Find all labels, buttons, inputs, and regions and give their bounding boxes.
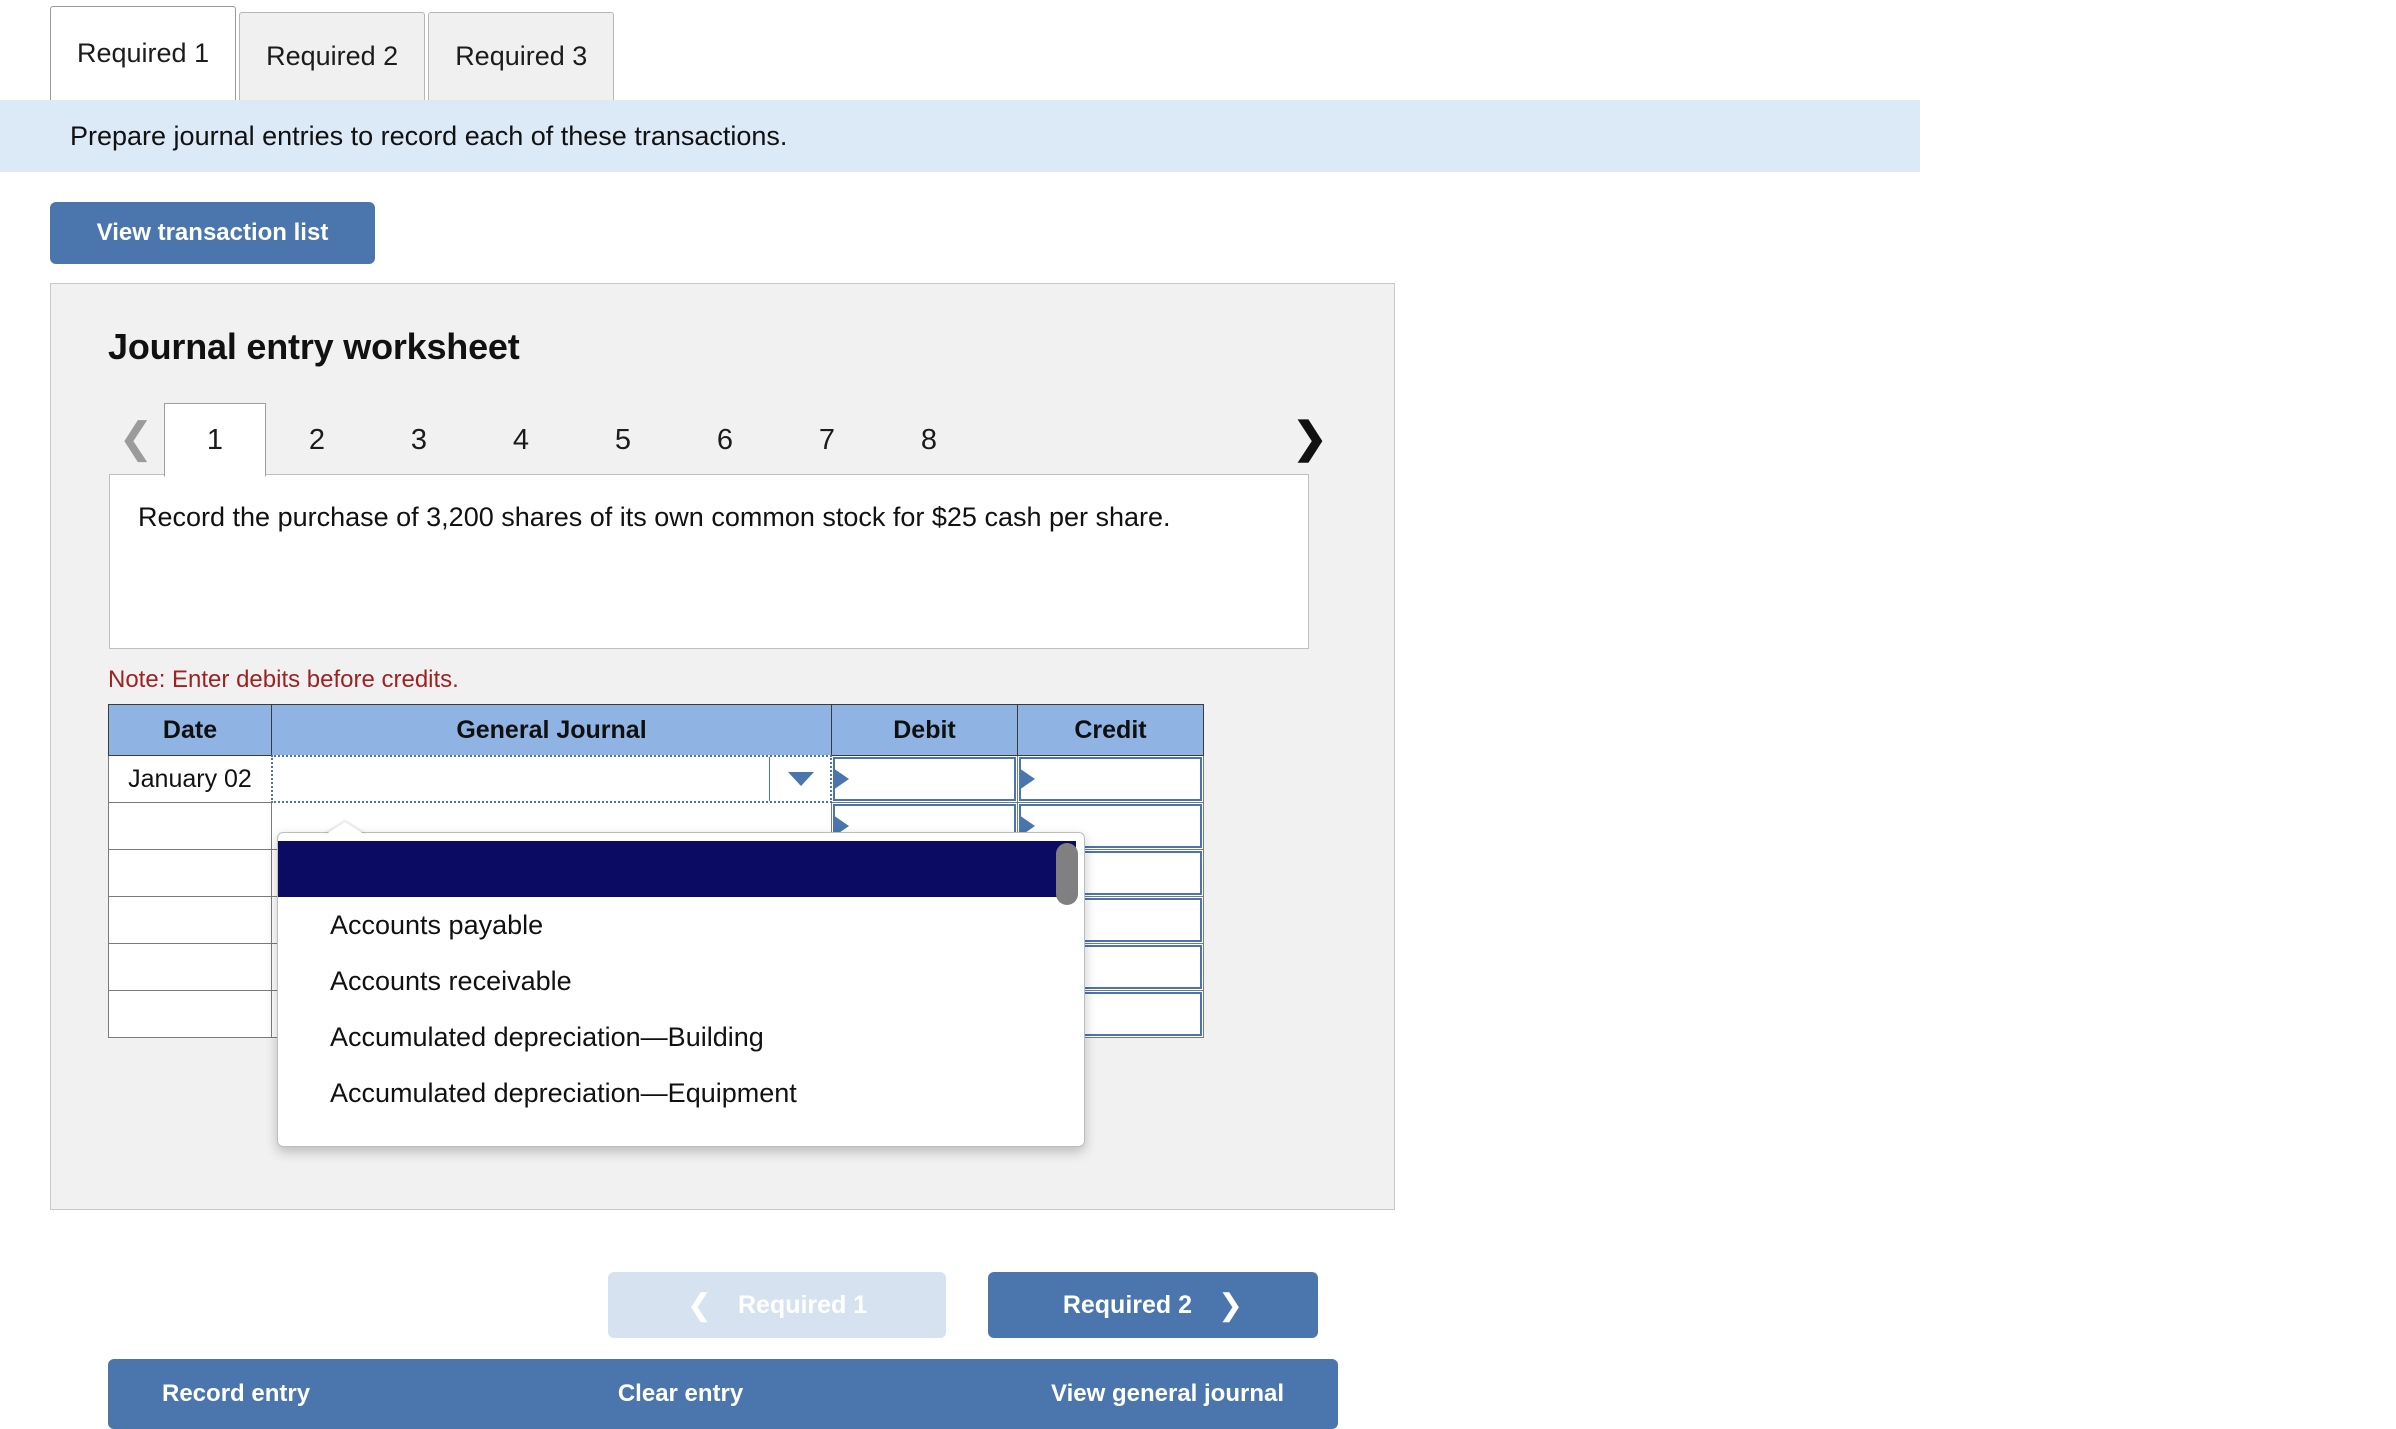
general-journal-account-select-cell[interactable] <box>271 755 832 803</box>
column-header-debit: Debit <box>831 704 1018 756</box>
pager-prev-chevron-left-icon[interactable]: ❮ <box>108 417 164 459</box>
view-transaction-list-button[interactable]: View transaction list <box>50 202 375 264</box>
chevron-right-icon: ❯ <box>1218 1288 1244 1322</box>
pager-page-7[interactable]: 7 <box>776 403 878 477</box>
pager-page-8[interactable]: 8 <box>878 403 980 477</box>
worksheet-action-bar: Record entry Clear entry View general jo… <box>108 1359 1338 1429</box>
tab-required-3-label: Required 3 <box>455 41 588 71</box>
account-select-active[interactable] <box>271 755 832 803</box>
clear-entry-button[interactable]: Clear entry <box>618 1380 743 1408</box>
pager-page-6[interactable]: 6 <box>674 403 776 477</box>
pager-page-4[interactable]: 4 <box>470 403 572 477</box>
tab-required-1-label: Required 1 <box>77 38 210 68</box>
nav-previous-required-button[interactable]: ❮ Required 1 <box>608 1272 946 1338</box>
nav-previous-label: Required 1 <box>737 1290 868 1319</box>
transaction-description-box: Record the purchase of 3,200 shares of i… <box>109 474 1309 649</box>
date-cell[interactable] <box>108 990 272 1038</box>
date-cell[interactable] <box>108 802 272 850</box>
instruction-banner: Prepare journal entries to record each o… <box>0 100 1920 172</box>
column-header-date: Date <box>108 704 272 756</box>
pager-page-2[interactable]: 2 <box>266 403 368 477</box>
credit-cell[interactable] <box>1017 755 1204 803</box>
pager-page-5[interactable]: 5 <box>572 403 674 477</box>
requirement-tabs: Required 1 Required 2 Required 3 <box>0 0 1920 100</box>
triangle-marker-icon <box>1019 768 1035 790</box>
date-cell[interactable]: January 02 <box>108 755 272 803</box>
date-cell[interactable] <box>108 849 272 897</box>
dropdown-option-accounts-payable[interactable]: Accounts payable <box>278 897 1084 953</box>
column-header-general-journal: General Journal <box>271 704 832 756</box>
credit-input[interactable] <box>1019 757 1202 801</box>
account-dropdown-list[interactable]: Accounts payable Accounts receivable Acc… <box>277 832 1085 1147</box>
instruction-text: Prepare journal entries to record each o… <box>70 120 788 151</box>
scrollbar-thumb-icon[interactable] <box>1056 843 1078 905</box>
dropdown-option-accounts-receivable[interactable]: Accounts receivable <box>278 953 1084 1009</box>
pager-page-3[interactable]: 3 <box>368 403 470 477</box>
debits-before-credits-note: Note: Enter debits before credits. <box>108 666 459 693</box>
dropdown-option-accumulated-depreciation-equipment[interactable]: Accumulated depreciation—Equipment <box>278 1065 1084 1121</box>
tab-required-3[interactable]: Required 3 <box>428 12 615 100</box>
pager-page-numbers: 1 2 3 4 5 6 7 8 <box>164 399 1282 477</box>
column-header-credit: Credit <box>1017 704 1204 756</box>
date-cell[interactable] <box>108 943 272 991</box>
chevron-left-icon: ❮ <box>686 1288 712 1322</box>
nav-next-required-button[interactable]: Required 2 ❯ <box>988 1272 1318 1338</box>
nav-next-label: Required 2 <box>1062 1290 1193 1319</box>
view-general-journal-button[interactable]: View general journal <box>1051 1380 1284 1408</box>
dropdown-scrollbar[interactable] <box>1056 843 1078 1139</box>
dropdown-option-accumulated-depreciation-building[interactable]: Accumulated depreciation—Building <box>278 1009 1084 1065</box>
triangle-marker-icon <box>833 768 849 790</box>
tab-required-1[interactable]: Required 1 <box>50 6 237 100</box>
chevron-down-icon[interactable] <box>788 772 814 786</box>
table-header-row: Date General Journal Debit Credit <box>108 704 1204 756</box>
table-row: January 02 <box>108 755 1204 803</box>
worksheet-pager: ❮ 1 2 3 4 5 6 7 8 ❯ <box>108 399 1338 477</box>
debit-input[interactable] <box>833 757 1016 801</box>
date-cell[interactable] <box>108 896 272 944</box>
tab-required-2[interactable]: Required 2 <box>239 12 426 100</box>
pager-page-1[interactable]: 1 <box>164 403 266 477</box>
record-entry-button[interactable]: Record entry <box>162 1380 310 1408</box>
dropdown-option-blank[interactable] <box>278 841 1076 897</box>
dropdown-options: Accounts payable Accounts receivable Acc… <box>278 841 1084 1146</box>
select-separator <box>769 757 770 801</box>
pager-next-chevron-right-icon[interactable]: ❯ <box>1282 417 1338 459</box>
worksheet-title: Journal entry worksheet <box>108 326 520 367</box>
debit-cell[interactable] <box>831 755 1018 803</box>
dropdown-pointer <box>323 822 367 836</box>
tab-required-2-label: Required 2 <box>266 41 399 71</box>
transaction-description-text: Record the purchase of 3,200 shares of i… <box>138 502 1171 532</box>
